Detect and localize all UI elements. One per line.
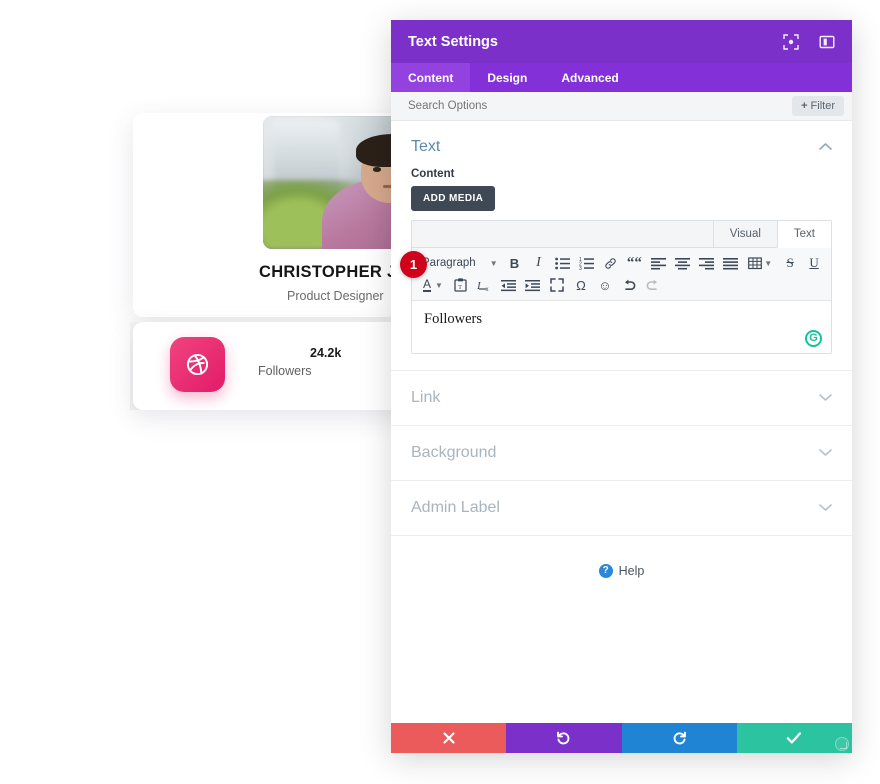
- save-button[interactable]: [736, 723, 852, 753]
- layout-panel-icon[interactable]: [819, 34, 835, 50]
- accordion-label: Link: [411, 389, 441, 406]
- stat-value: 24.2k: [310, 346, 342, 360]
- strikethrough-icon[interactable]: S: [779, 253, 801, 274]
- toolbar-row-2: A ▼ T I x Ω ☺: [418, 274, 825, 296]
- redo-icon[interactable]: [642, 275, 664, 296]
- svg-text:T: T: [459, 285, 463, 291]
- chevron-down-icon[interactable]: [819, 389, 832, 407]
- add-media-button[interactable]: ADD MEDIA: [411, 186, 496, 211]
- editor-textarea[interactable]: Followers G: [412, 301, 831, 353]
- modal-body: Text Content ADD MEDIA Visual Text Parag…: [391, 121, 852, 723]
- numbered-list-icon[interactable]: 1 2 3: [575, 253, 597, 274]
- dribbble-icon: [170, 337, 225, 392]
- screen: CHRISTOPHER JOE Product Designer 24.2k F…: [0, 0, 880, 784]
- italic-icon[interactable]: I: [527, 253, 549, 274]
- redo-button[interactable]: [621, 723, 737, 753]
- cancel-button[interactable]: [391, 723, 507, 753]
- align-justify-icon[interactable]: [719, 253, 741, 274]
- chevron-down-icon: ▼: [764, 258, 773, 268]
- editor-mode-tabs: Visual Text: [412, 221, 831, 248]
- svg-text:I: I: [477, 280, 482, 292]
- section-title: Text: [411, 138, 441, 155]
- search-input[interactable]: [408, 100, 793, 112]
- options-accordion: Link Background Admin Label: [391, 370, 852, 536]
- align-center-icon[interactable]: [671, 253, 693, 274]
- stat-label: Followers: [258, 364, 312, 378]
- format-select-value: Paragraph: [422, 257, 476, 269]
- accordion-item-link[interactable]: Link: [391, 370, 852, 425]
- undo-icon[interactable]: [618, 275, 640, 296]
- help-label: Help: [618, 564, 645, 578]
- modal-footer: [391, 723, 852, 753]
- format-select[interactable]: Paragraph ▼: [418, 257, 502, 269]
- help-link[interactable]: ? Help: [391, 536, 852, 588]
- editor-content-text: Followers: [424, 311, 482, 327]
- content-editor: Visual Text Paragraph ▼ B I 1 2 3 ““ ▼ S…: [411, 220, 832, 354]
- profile-role: Product Designer: [287, 289, 384, 303]
- paste-as-text-icon[interactable]: T: [450, 275, 472, 296]
- tab-advanced[interactable]: Advanced: [544, 63, 635, 92]
- fullscreen-icon[interactable]: [546, 275, 568, 296]
- bold-icon[interactable]: B: [504, 253, 526, 274]
- text-color-icon[interactable]: A ▼: [418, 275, 448, 296]
- svg-text:3: 3: [579, 266, 582, 270]
- chevron-down-icon[interactable]: [819, 444, 832, 462]
- modal-title: Text Settings: [408, 33, 498, 50]
- filter-button-label: Filter: [810, 100, 835, 112]
- search-options-bar: +Filter: [391, 92, 852, 121]
- chevron-up-icon[interactable]: [819, 140, 832, 154]
- grammarly-icon[interactable]: G: [805, 330, 822, 347]
- add-media-row: ADD MEDIA: [391, 186, 852, 220]
- emoji-icon[interactable]: ☺: [594, 275, 616, 296]
- editor-tab-visual[interactable]: Visual: [712, 221, 777, 247]
- link-icon[interactable]: [599, 253, 621, 274]
- align-right-icon[interactable]: [695, 253, 717, 274]
- content-field-label: Content: [411, 168, 455, 180]
- filter-button[interactable]: + Filter: [792, 96, 844, 116]
- special-character-icon[interactable]: Ω: [570, 275, 592, 296]
- blockquote-icon[interactable]: ““: [623, 253, 645, 274]
- plus-icon: +: [801, 100, 808, 112]
- undo-button[interactable]: [506, 723, 622, 753]
- toolbar-row-1: Paragraph ▼ B I 1 2 3 ““ ▼ S U: [418, 252, 825, 274]
- chevron-down-icon: ▼: [489, 258, 498, 268]
- modal-header: Text Settings: [391, 20, 852, 63]
- outdent-icon[interactable]: [498, 275, 520, 296]
- text-settings-modal: Text Settings Content Design Advanced Se…: [391, 20, 852, 753]
- indent-icon[interactable]: [522, 275, 544, 296]
- svg-text:x: x: [486, 287, 489, 292]
- chevron-down-icon: ▼: [435, 280, 443, 290]
- accordion-label: Admin Label: [411, 499, 500, 516]
- editor-toolbar: Paragraph ▼ B I 1 2 3 ““ ▼ S U A ▼ T I x…: [412, 248, 831, 301]
- tab-content[interactable]: Content: [391, 63, 471, 92]
- expand-icon[interactable]: [783, 33, 799, 50]
- step-badge: 1: [400, 251, 427, 278]
- help-icon: ?: [598, 564, 613, 578]
- accordion-label: Background: [411, 444, 497, 461]
- tab-design[interactable]: Design: [470, 63, 544, 92]
- resize-handle[interactable]: [835, 737, 849, 751]
- editor-tab-text[interactable]: Text: [776, 221, 831, 248]
- accordion-item-admin-label[interactable]: Admin Label: [391, 480, 852, 536]
- table-icon[interactable]: ▼: [743, 253, 777, 274]
- clear-formatting-icon[interactable]: I x: [474, 275, 496, 296]
- text-section-header[interactable]: Text: [391, 121, 852, 168]
- align-left-icon[interactable]: [647, 253, 669, 274]
- accordion-item-background[interactable]: Background: [391, 425, 852, 480]
- chevron-down-icon[interactable]: [819, 499, 832, 517]
- underline-icon[interactable]: U: [803, 253, 825, 274]
- modal-tabbar: Content Design Advanced: [391, 63, 852, 92]
- bullet-list-icon[interactable]: [551, 253, 573, 274]
